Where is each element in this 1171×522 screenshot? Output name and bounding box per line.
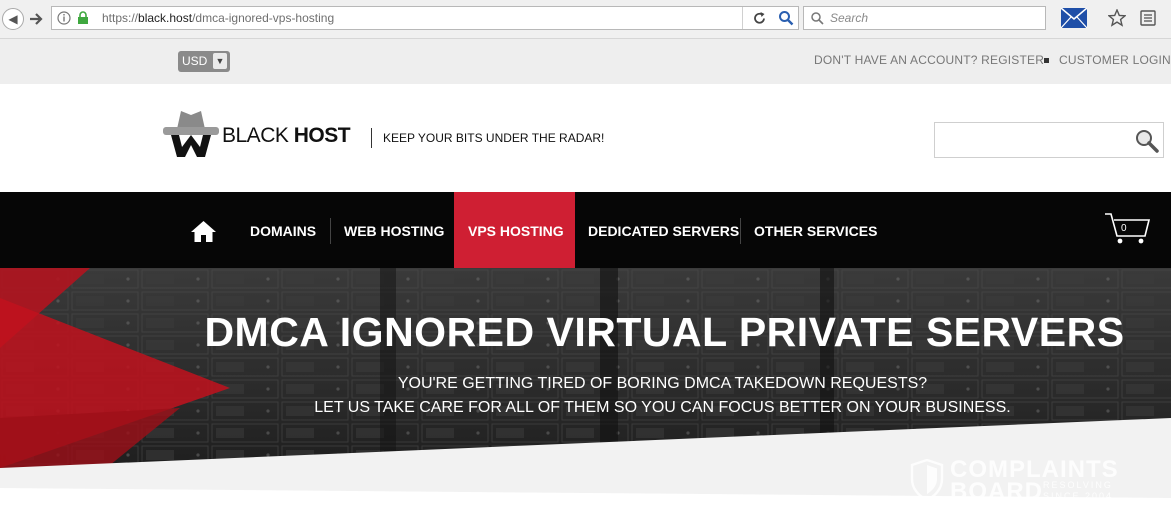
currency-select[interactable]: USD ▼ <box>178 51 230 72</box>
currency-value: USD <box>182 54 208 68</box>
info-icon[interactable] <box>57 11 71 25</box>
cart-icon[interactable] <box>1103 212 1151 246</box>
forward-arrow-icon <box>30 13 43 25</box>
spy-hat-logo-icon[interactable] <box>163 107 219 159</box>
address-bar[interactable]: https://black.host/dmca-ignored-vps-host… <box>51 6 799 30</box>
nav-domains[interactable]: DOMAINS <box>250 223 316 239</box>
reload-icon[interactable] <box>752 11 767 26</box>
register-link[interactable]: DON'T HAVE AN ACCOUNT? REGISTER <box>814 53 1044 67</box>
bookmark-star-icon[interactable] <box>1108 9 1126 27</box>
chevron-down-icon: ▼ <box>213 53 227 69</box>
search-placeholder: Search <box>830 11 869 25</box>
url-text[interactable]: https://black.host/dmca-ignored-vps-host… <box>102 11 334 25</box>
nav-vps-hosting[interactable]: VPS HOSTING <box>468 223 564 239</box>
watermark-tag2: SINCE 2004 <box>1043 491 1114 501</box>
site-search-input[interactable] <box>934 122 1164 158</box>
urlbar-divider <box>742 7 743 29</box>
magnifier-icon[interactable] <box>778 10 794 26</box>
home-icon[interactable] <box>190 219 217 243</box>
tagline-divider <box>371 128 372 148</box>
cart-count: 0 <box>1121 223 1127 234</box>
hero-subtitle-line2: LET US TAKE CARE FOR ALL OF THEM SO YOU … <box>314 399 1011 416</box>
bullet-icon <box>1044 58 1049 63</box>
nav-dedicated-servers[interactable]: DEDICATED SERVERS <box>588 223 739 239</box>
lock-icon <box>78 11 88 24</box>
nav-divider <box>330 218 331 244</box>
brand-name[interactable]: BLACK HOST <box>222 124 351 148</box>
nav-other-services[interactable]: OTHER SERVICES <box>754 223 877 239</box>
browser-search-field[interactable]: Search <box>803 6 1046 30</box>
shield-icon <box>910 459 944 501</box>
reading-list-icon[interactable] <box>1140 10 1156 26</box>
forward-button[interactable] <box>27 10 45 28</box>
tagline: KEEP YOUR BITS UNDER THE RADAR! <box>383 131 605 145</box>
search-icon <box>811 12 824 25</box>
hero-subtitle-line1: YOU'RE GETTING TIRED OF BORING DMCA TAKE… <box>397 375 928 392</box>
search-icon[interactable] <box>1134 128 1160 154</box>
customer-login-link[interactable]: CUSTOMER LOGIN <box>1059 53 1171 67</box>
back-button[interactable]: ◀ <box>2 8 24 30</box>
hero-title: DMCA IGNORED VIRTUAL PRIVATE SERVERS <box>204 309 1125 355</box>
watermark-tag1: RESOLVING <box>1043 480 1113 490</box>
mail-icon[interactable] <box>1061 8 1087 28</box>
main-nav <box>0 192 1171 268</box>
watermark-line2: BOARD <box>950 478 1043 505</box>
nav-divider <box>740 218 741 244</box>
nav-web-hosting[interactable]: WEB HOSTING <box>344 223 444 239</box>
